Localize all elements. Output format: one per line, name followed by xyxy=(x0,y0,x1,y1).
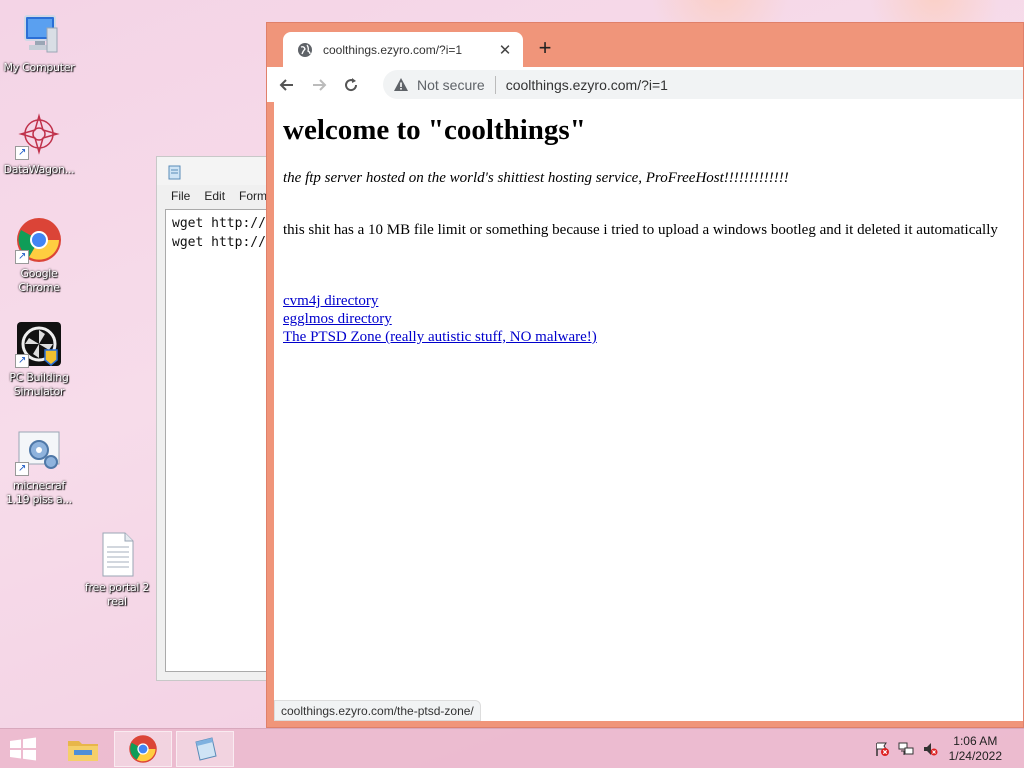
computer-icon xyxy=(15,10,63,58)
shortcut-arrow-icon: ↗ xyxy=(15,146,29,160)
folder-icon xyxy=(68,741,98,761)
page-tagline: the ftp server hosted on the world's shi… xyxy=(283,170,789,186)
globe-icon xyxy=(298,42,312,57)
taskbar: 1:06 AM 1/24/2022 xyxy=(0,728,1024,768)
datawagon-icon: ↗ xyxy=(15,112,63,160)
link-egglmos-directory[interactable]: egglmos directory xyxy=(283,310,597,328)
taskbar-file-explorer[interactable] xyxy=(54,731,112,767)
back-button[interactable] xyxy=(275,73,299,97)
shortcut-arrow-icon: ↗ xyxy=(15,250,29,264)
system-clock[interactable]: 1:06 AM 1/24/2022 xyxy=(949,734,1002,764)
browser-toolbar: Not secure coolthings.ezyro.com/?i=1 xyxy=(267,67,1023,102)
forward-button[interactable] xyxy=(307,73,331,97)
desktop-icon-label: free portal 2 real xyxy=(84,581,150,608)
volume-muted-icon[interactable] xyxy=(922,741,938,757)
menu-edit[interactable]: Edit xyxy=(204,189,225,203)
setup-gear-icon: ↗ xyxy=(15,428,63,476)
pc-building-simulator-icon: ↗ xyxy=(15,320,63,368)
notepad-icon xyxy=(168,165,181,180)
desktop-icon-datawagon[interactable]: ↗ DataWagon... xyxy=(0,112,78,177)
menu-file[interactable]: File xyxy=(171,189,190,203)
tab-title: coolthings.ezyro.com/?i=1 xyxy=(323,42,463,57)
taskbar-chrome[interactable] xyxy=(114,731,172,767)
windows-logo-icon xyxy=(10,737,36,761)
desktop-icon-label: My Computer xyxy=(3,61,75,74)
desktop-icon-label: DataWagon... xyxy=(3,163,75,176)
action-center-flag-icon[interactable] xyxy=(874,741,890,757)
url-text[interactable]: coolthings.ezyro.com/?i=1 xyxy=(506,77,668,93)
address-bar[interactable]: Not secure coolthings.ezyro.com/?i=1 xyxy=(383,70,1023,99)
warning-icon[interactable] xyxy=(393,77,409,93)
reload-icon xyxy=(345,77,358,91)
desktop-icon-my-computer[interactable]: My Computer xyxy=(0,10,78,75)
desktop-icon-free-portal-2[interactable]: free portal 2 real xyxy=(78,530,156,609)
browser-tab[interactable]: coolthings.ezyro.com/?i=1 ✕ xyxy=(283,32,523,67)
desktop-icon-micnecraf[interactable]: ↗ micnecraf 1.19 piss a... xyxy=(0,428,78,507)
taskbar-notepad[interactable] xyxy=(176,731,234,767)
chrome-icon: ↗ xyxy=(15,216,63,264)
desktop-icon-label: micnecraf 1.19 piss a... xyxy=(5,479,73,506)
page-body-text: this shit has a 10 MB file limit or some… xyxy=(283,222,998,238)
new-tab-button[interactable]: + xyxy=(535,35,555,61)
shortcut-arrow-icon: ↗ xyxy=(15,462,29,476)
desktop-icon-google-chrome[interactable]: ↗ Google Chrome xyxy=(0,216,78,295)
notepad-icon xyxy=(195,737,217,761)
reload-button[interactable] xyxy=(339,73,363,97)
not-secure-label[interactable]: Not secure xyxy=(417,77,485,93)
start-button[interactable] xyxy=(8,737,38,761)
desktop-icon-label: Google Chrome xyxy=(18,267,60,294)
directory-links: cvm4j directory egglmos directory The PT… xyxy=(283,292,597,346)
link-status-bubble: coolthings.ezyro.com/the-ptsd-zone/ xyxy=(274,700,481,721)
clock-date: 1/24/2022 xyxy=(948,749,1002,763)
omnibox-separator xyxy=(494,75,496,94)
tab-strip: coolthings.ezyro.com/?i=1 ✕ + xyxy=(267,23,1023,67)
page-viewport: welcome to "coolthings" the ftp server h… xyxy=(274,102,1023,721)
menu-format[interactable]: Form xyxy=(239,189,267,203)
network-icon[interactable] xyxy=(898,741,914,757)
tab-close-icon[interactable]: ✕ xyxy=(497,41,513,59)
link-ptsd-zone[interactable]: The PTSD Zone (really autistic stuff, NO… xyxy=(283,328,597,346)
desktop-icon-pc-building-simulator[interactable]: ↗ PC Building Simulator xyxy=(0,320,78,399)
link-cvm4j-directory[interactable]: cvm4j directory xyxy=(283,292,597,310)
clock-time: 1:06 AM xyxy=(953,734,998,748)
forward-arrow-icon xyxy=(313,78,327,91)
chrome-window[interactable]: coolthings.ezyro.com/?i=1 ✕ + Not secure… xyxy=(266,22,1024,728)
back-arrow-icon xyxy=(279,78,293,91)
chrome-icon xyxy=(129,735,157,763)
shortcut-arrow-icon: ↗ xyxy=(15,354,29,368)
page-heading: welcome to "coolthings" xyxy=(283,114,586,146)
desktop-icon-label: PC Building Simulator xyxy=(9,371,69,398)
text-file-icon xyxy=(93,530,141,578)
